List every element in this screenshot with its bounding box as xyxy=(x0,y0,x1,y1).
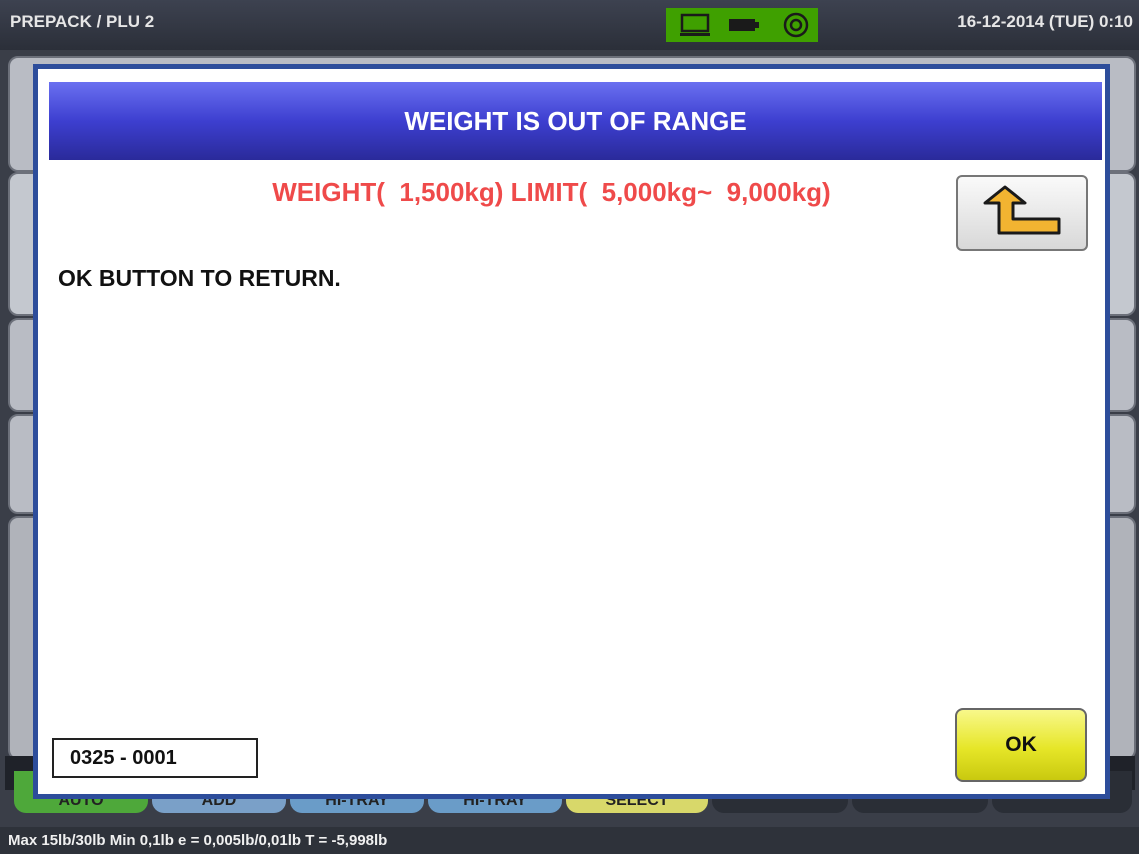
screen-title: PREPACK / PLU 2 xyxy=(10,12,155,31)
return-arrow-icon xyxy=(979,185,1065,242)
datetime-display: 16-12-2014 (TUE) 0:10 xyxy=(957,12,1133,31)
return-button[interactable] xyxy=(956,175,1088,251)
dialog-title: WEIGHT IS OUT OF RANGE xyxy=(404,105,747,136)
error-dialog: WEIGHT IS OUT OF RANGE WEIGHT( 1,500kg) … xyxy=(33,64,1110,799)
network-icon xyxy=(776,8,816,42)
status-icon-group xyxy=(666,8,818,42)
scale-info-bar: Max 15lb/30lb Min 0,1lb e = 0,005lb/0,01… xyxy=(0,827,1139,854)
weight-error-text: WEIGHT( 1,500kg) LIMIT( 5,000kg~ 9,000kg… xyxy=(272,177,831,207)
top-bar: PREPACK / PLU 2 16-12-2014 (TUE) 0:10 xyxy=(0,0,1139,50)
dialog-header: WEIGHT IS OUT OF RANGE xyxy=(49,82,1102,160)
instruction-text: OK BUTTON TO RETURN. xyxy=(58,265,341,291)
monitor-icon xyxy=(674,8,716,42)
ok-button[interactable]: OK xyxy=(955,708,1087,782)
dialog-body: WEIGHT IS OUT OF RANGE WEIGHT( 1,500kg) … xyxy=(38,69,1105,794)
error-code: 0325 - 0001 xyxy=(52,738,258,778)
battery-icon xyxy=(724,8,764,42)
